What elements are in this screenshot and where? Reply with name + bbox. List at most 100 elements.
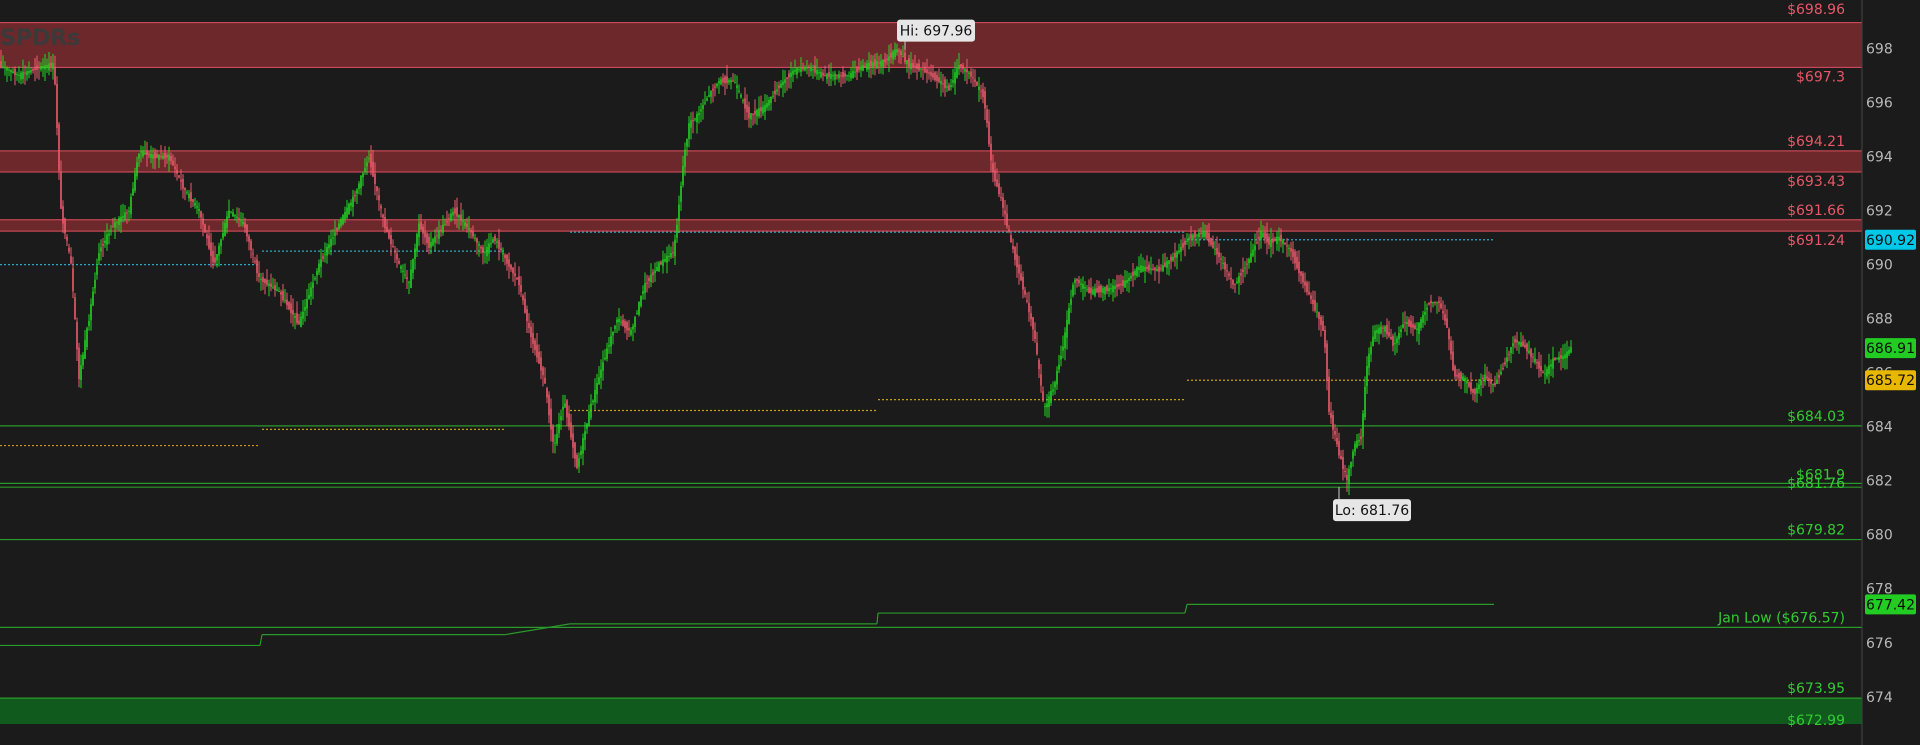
candle-body: [450, 213, 452, 221]
candle-body: [1192, 234, 1194, 240]
candle-body: [440, 229, 442, 231]
candle-body: [40, 65, 42, 70]
candle-body: [280, 291, 282, 295]
candle-body: [874, 59, 876, 66]
watermark-logo: SPDRs: [0, 26, 80, 51]
candle-body: [406, 277, 408, 280]
candle-body: [818, 72, 820, 74]
candle-body: [650, 274, 652, 283]
candle-body: [470, 230, 472, 233]
candle-body: [1008, 229, 1010, 232]
candle-body: [78, 347, 80, 380]
candle-body: [894, 49, 896, 58]
high-callout-label: Hi: 697.96: [900, 24, 973, 40]
candle-body: [1254, 245, 1256, 251]
candle-body: [548, 394, 550, 416]
candle-body: [366, 162, 368, 167]
candle-body: [544, 377, 546, 384]
y-tick-label: 690: [1866, 258, 1893, 274]
candle-body: [1058, 364, 1060, 370]
candle-body: [324, 253, 326, 255]
candle-body: [36, 65, 38, 71]
candle-body: [1006, 213, 1008, 227]
candle-body: [1290, 248, 1292, 252]
candle-body: [1200, 232, 1202, 234]
candle-body: [1514, 339, 1516, 343]
candle-body: [388, 230, 390, 239]
candle-body: [102, 244, 104, 246]
candle-body: [434, 236, 436, 243]
candle-body: [230, 211, 232, 213]
candle-body: [1318, 312, 1320, 320]
candle-body: [782, 81, 784, 86]
candle-body: [1464, 377, 1466, 382]
candle-body: [1064, 332, 1066, 349]
candle-body: [1460, 372, 1462, 380]
candle-body: [758, 108, 760, 117]
candle-body: [856, 67, 858, 73]
candle-body: [1196, 234, 1198, 236]
candle-body: [876, 60, 878, 69]
candle-body: [508, 259, 510, 267]
candle-body: [0, 61, 2, 68]
candle-body: [886, 58, 888, 61]
candle-body: [746, 104, 748, 113]
candle-body: [1038, 359, 1040, 370]
candle-body: [1498, 374, 1500, 378]
candle-body: [284, 299, 286, 302]
candle-body: [576, 454, 578, 469]
candle-body: [930, 71, 932, 77]
candle-body: [626, 322, 628, 331]
candle-body: [1282, 240, 1284, 244]
candle-body: [274, 285, 276, 291]
y-tick-label: 688: [1866, 312, 1893, 328]
candle-body: [214, 257, 216, 263]
candle-body: [996, 179, 998, 187]
candle-body: [1092, 289, 1094, 295]
candle-body: [186, 192, 188, 194]
candle-body: [1230, 278, 1232, 280]
candle-body: [1410, 320, 1412, 328]
candle-body: [832, 75, 834, 77]
candle-body: [1164, 262, 1166, 267]
candle-body: [1056, 370, 1058, 385]
candle-body: [694, 118, 696, 120]
candle-body: [456, 207, 458, 217]
candle-body: [190, 192, 192, 202]
candle-body: [956, 68, 958, 78]
candle-body: [944, 79, 946, 89]
candle-body: [582, 437, 584, 454]
candle-body: [228, 210, 230, 218]
candle-body: [44, 65, 46, 70]
candle-body: [862, 65, 864, 71]
candle-body: [598, 377, 600, 385]
candle-body: [580, 450, 582, 455]
candle-body: [612, 331, 614, 336]
candle-body: [1236, 281, 1238, 284]
candle-body: [516, 277, 518, 280]
candle-body: [730, 80, 732, 83]
candle-body: [1018, 264, 1020, 274]
candle-body: [962, 65, 964, 69]
candle-body: [150, 153, 152, 158]
candle-body: [686, 138, 688, 147]
candle-body: [1218, 252, 1220, 258]
candle-body: [446, 221, 448, 223]
candle-body: [1446, 318, 1448, 328]
candle-body: [1104, 287, 1106, 295]
candle-body: [902, 56, 904, 58]
candle-body: [184, 187, 186, 190]
candle-body: [784, 79, 786, 84]
price-chart[interactable]: Hi: 697.96 Lo: 681.76 $698.96 $697.3 $694.2…: [0, 0, 1920, 745]
candle-body: [52, 62, 54, 70]
candle-body: [860, 66, 862, 71]
candle-body: [1374, 330, 1376, 339]
candle-body: [386, 226, 388, 233]
resistance-zone: [0, 150, 1862, 172]
candle-body: [342, 215, 344, 225]
candle-body: [846, 75, 848, 77]
candle-body: [1372, 336, 1374, 347]
candle-body: [166, 155, 168, 158]
candle-body: [1112, 285, 1114, 293]
candle-body: [1178, 250, 1180, 253]
